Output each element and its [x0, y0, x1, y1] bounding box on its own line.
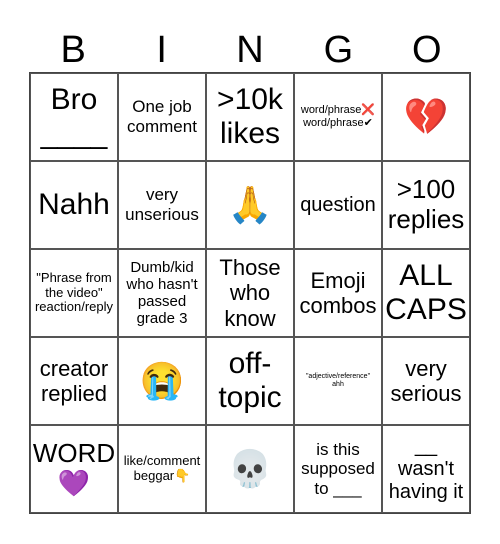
bingo-cell[interactable]: "Phrase from the video" reaction/reply [30, 249, 118, 337]
cell-text: WORD 💜 [32, 438, 116, 498]
bingo-cell[interactable]: ALL CAPS [382, 249, 470, 337]
cell-text: question [300, 193, 376, 216]
cell-text: Nahh [38, 187, 110, 221]
bingo-cell[interactable]: question [294, 161, 382, 249]
bingo-cell[interactable]: WORD 💜 [30, 425, 118, 513]
cell-text: creator replied [39, 355, 109, 406]
bingo-cell[interactable]: "adjective/reference" ahh [294, 337, 382, 425]
bingo-cell[interactable]: Emoji combos [294, 249, 382, 337]
cell-text: >100 replies [387, 174, 465, 234]
cell-text: 💔 [403, 96, 449, 138]
bingo-cell[interactable]: Those who know [206, 249, 294, 337]
bingo-cell[interactable]: One job comment [118, 73, 206, 161]
cell-text: >10k likes [217, 82, 283, 151]
cell-text: "Phrase from the video" reaction/reply [34, 269, 114, 315]
cell-text: word/phrase❌ word/phrase✔ [300, 104, 376, 129]
cell-text: 😭 [139, 360, 185, 402]
bingo-cell[interactable]: __ wasn't having it [382, 425, 470, 513]
bingo-cell[interactable]: 💔 [382, 73, 470, 161]
cell-text: Bro ____ [40, 82, 108, 151]
cell-text: Those who know [219, 255, 281, 331]
cell-text: 🙏 [227, 184, 273, 226]
cell-text: like/comment beggar👇 [123, 453, 201, 483]
cell-text: very unserious [125, 185, 199, 224]
bingo-cell[interactable]: Dumb/kid who hasn't passed grade 3 [118, 249, 206, 337]
bingo-cell[interactable]: very unserious [118, 161, 206, 249]
header-letter-g: G [323, 29, 354, 71]
bingo-cell[interactable]: off- topic [206, 337, 294, 425]
cell-text: __ wasn't having it [388, 434, 464, 503]
bingo-cell[interactable]: Nahh [30, 161, 118, 249]
bingo-cell[interactable]: >10k likes [206, 73, 294, 161]
bingo-cell[interactable]: 😭 [118, 337, 206, 425]
cell-text: "adjective/reference" ahh [305, 372, 371, 388]
header-letter-i: I [156, 29, 167, 71]
cell-text: 💀 [227, 448, 273, 490]
bingo-cell[interactable]: word/phrase❌ word/phrase✔ [294, 73, 382, 161]
header-letter-b: B [60, 29, 86, 71]
bingo-cell[interactable]: very serious [382, 337, 470, 425]
bingo-header: B I N G O [29, 30, 471, 70]
cell-text: very serious [390, 355, 462, 406]
cell-text: Dumb/kid who hasn't passed grade 3 [126, 258, 198, 328]
header-letter-n: N [236, 29, 264, 71]
header-letter-o: O [412, 29, 442, 71]
cell-text: Emoji combos [299, 267, 377, 318]
bingo-grid: Bro ____ One job comment >10k likes word/ph… [29, 72, 471, 514]
bingo-cell[interactable]: Bro ____ [30, 73, 118, 161]
bingo-cell[interactable]: is this supposed to ___ [294, 425, 382, 513]
bingo-cell[interactable]: like/comment beggar👇 [118, 425, 206, 513]
cell-text: is this supposed to ___ [301, 439, 375, 498]
cell-text: off- topic [218, 346, 282, 415]
cell-text: One job comment [127, 97, 197, 136]
cell-text: ALL CAPS [385, 258, 467, 327]
bingo-cell[interactable]: 💀 [206, 425, 294, 513]
bingo-cell[interactable]: creator replied [30, 337, 118, 425]
bingo-cell[interactable]: 🙏 [206, 161, 294, 249]
bingo-cell[interactable]: >100 replies [382, 161, 470, 249]
